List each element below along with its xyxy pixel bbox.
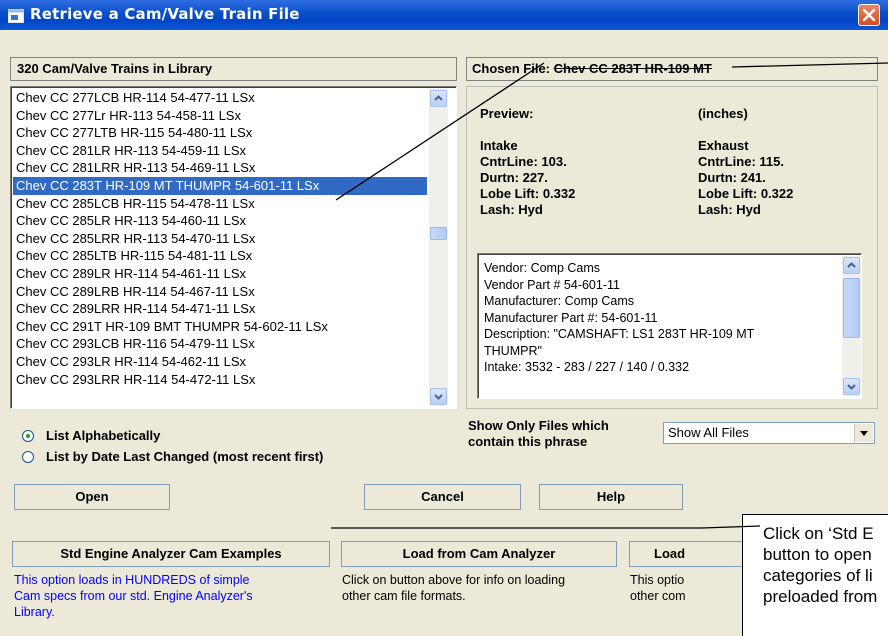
dialog-window: Retrieve a Cam/Valve Train File 320 Cam/… <box>0 0 888 636</box>
annotation-lines <box>331 62 888 529</box>
selected-item-leader-line <box>335 62 545 201</box>
chosen-file-leader-line <box>731 62 888 68</box>
callout-leader-line <box>701 525 761 529</box>
